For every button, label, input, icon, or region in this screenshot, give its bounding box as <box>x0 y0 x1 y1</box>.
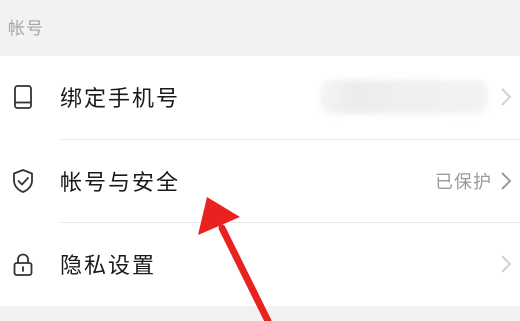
account-security-status: 已保护 <box>435 172 492 193</box>
lock-icon <box>13 253 33 276</box>
chevron-right-icon <box>501 88 512 106</box>
privacy-settings-label: 隐私设置 <box>60 254 157 279</box>
section-title: 帐号 <box>8 19 44 39</box>
section-header: 帐号 <box>0 0 520 56</box>
privacy-settings-row[interactable]: 隐私设置 <box>0 223 520 306</box>
bottom-section-gap <box>0 306 520 321</box>
bind-phone-label: 绑定手机号 <box>60 87 181 112</box>
settings-list: 绑定手机号 帐号与安全 已保护 隐私设置 <box>0 56 520 306</box>
account-security-row[interactable]: 帐号与安全 已保护 <box>0 140 520 223</box>
account-security-label: 帐号与安全 <box>60 171 181 196</box>
chevron-right-icon <box>501 172 512 190</box>
shield-check-icon <box>13 169 33 193</box>
chevron-right-icon <box>501 255 512 273</box>
phone-icon <box>14 85 32 109</box>
phone-number-redacted <box>320 80 488 114</box>
bind-phone-row[interactable]: 绑定手机号 <box>0 56 520 139</box>
